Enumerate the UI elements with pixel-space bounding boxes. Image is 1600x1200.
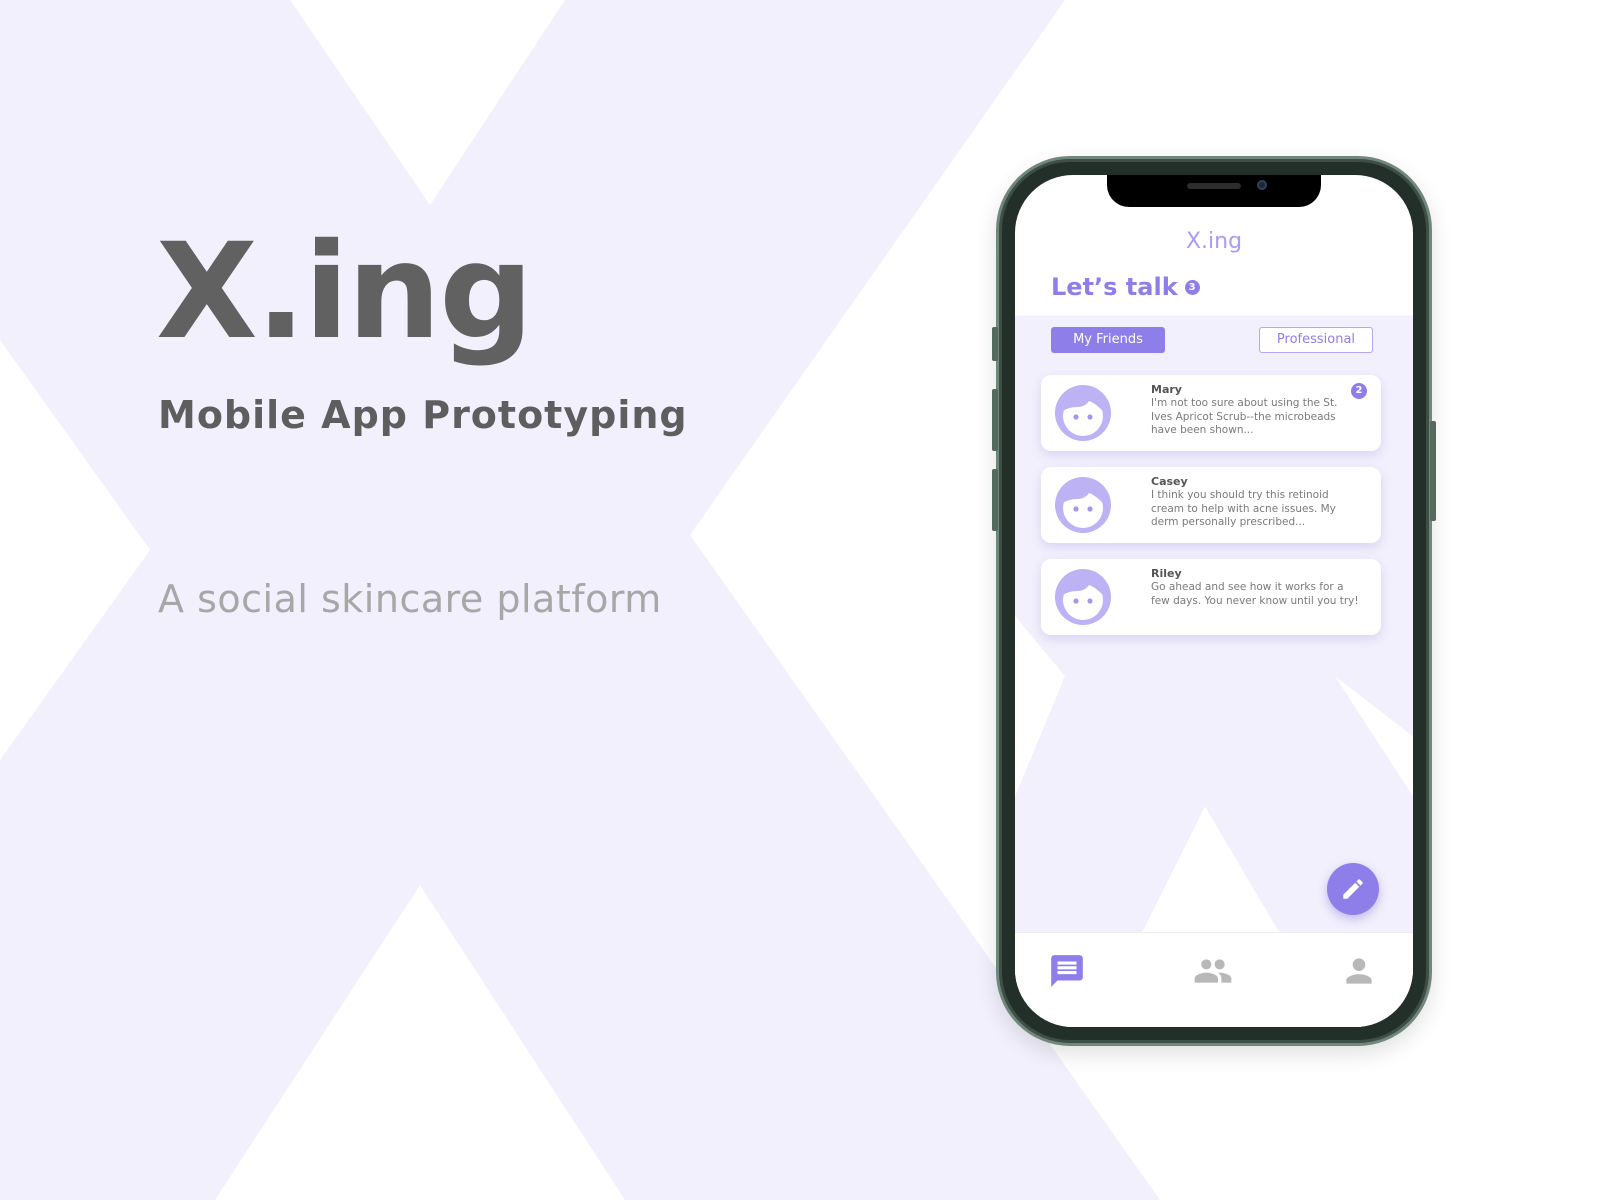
section-title: Let’s talk 3 [1051, 273, 1200, 301]
section-title-label: Let’s talk [1051, 273, 1178, 301]
power-button [1430, 421, 1436, 521]
nav-profile[interactable] [1337, 951, 1381, 991]
phone-screen: X.ing Let’s talk 3 My Friends Profession… [1015, 175, 1413, 1027]
conversation-item-mary[interactable]: Mary I'm not too sure about using the St… [1041, 375, 1381, 451]
unread-badge: 2 [1351, 383, 1367, 399]
volume-up-button [992, 389, 998, 451]
tab-professional[interactable]: Professional [1259, 327, 1373, 353]
person-icon [1346, 958, 1372, 984]
hero-title: X.ing [156, 215, 534, 369]
chat-icon [1051, 955, 1083, 987]
people-icon [1194, 959, 1232, 983]
hero-tagline: A social skincare platform [158, 577, 662, 621]
conversation-list: Mary I'm not too sure about using the St… [1041, 375, 1381, 651]
avatar [1055, 569, 1111, 625]
app-title: X.ing [1185, 229, 1243, 254]
avatar [1055, 385, 1111, 441]
message-preview: I think you should try this retinoid cre… [1151, 489, 1336, 528]
front-camera [1257, 180, 1267, 190]
bottom-navigation [1015, 932, 1413, 1027]
conversation-item-riley[interactable]: Riley Go ahead and see how it works for … [1041, 559, 1381, 635]
phone-mockup: X.ing Let’s talk 3 My Friends Profession… [992, 156, 1436, 1046]
hero-subtitle: Mobile App Prototyping [158, 393, 688, 437]
contact-name: Mary [1151, 383, 1182, 396]
tab-my-friends[interactable]: My Friends [1051, 327, 1165, 353]
mute-switch [992, 327, 998, 361]
avatar [1055, 477, 1111, 533]
speaker-grille [1187, 183, 1241, 189]
nav-friends[interactable] [1191, 951, 1235, 991]
volume-down-button [992, 469, 998, 531]
pencil-icon [1343, 879, 1363, 899]
compose-button[interactable] [1327, 863, 1379, 915]
unread-total-badge: 3 [1184, 279, 1200, 295]
message-preview: Go ahead and see how it works for a few … [1151, 581, 1359, 607]
nav-messages[interactable] [1045, 951, 1089, 991]
conversation-item-casey[interactable]: Casey I think you should try this retino… [1041, 467, 1381, 543]
message-preview: I'm not too sure about using the St. Ive… [1151, 397, 1338, 436]
phone-notch [1107, 175, 1321, 207]
contact-name: Riley [1151, 567, 1182, 580]
contact-name: Casey [1151, 475, 1188, 488]
